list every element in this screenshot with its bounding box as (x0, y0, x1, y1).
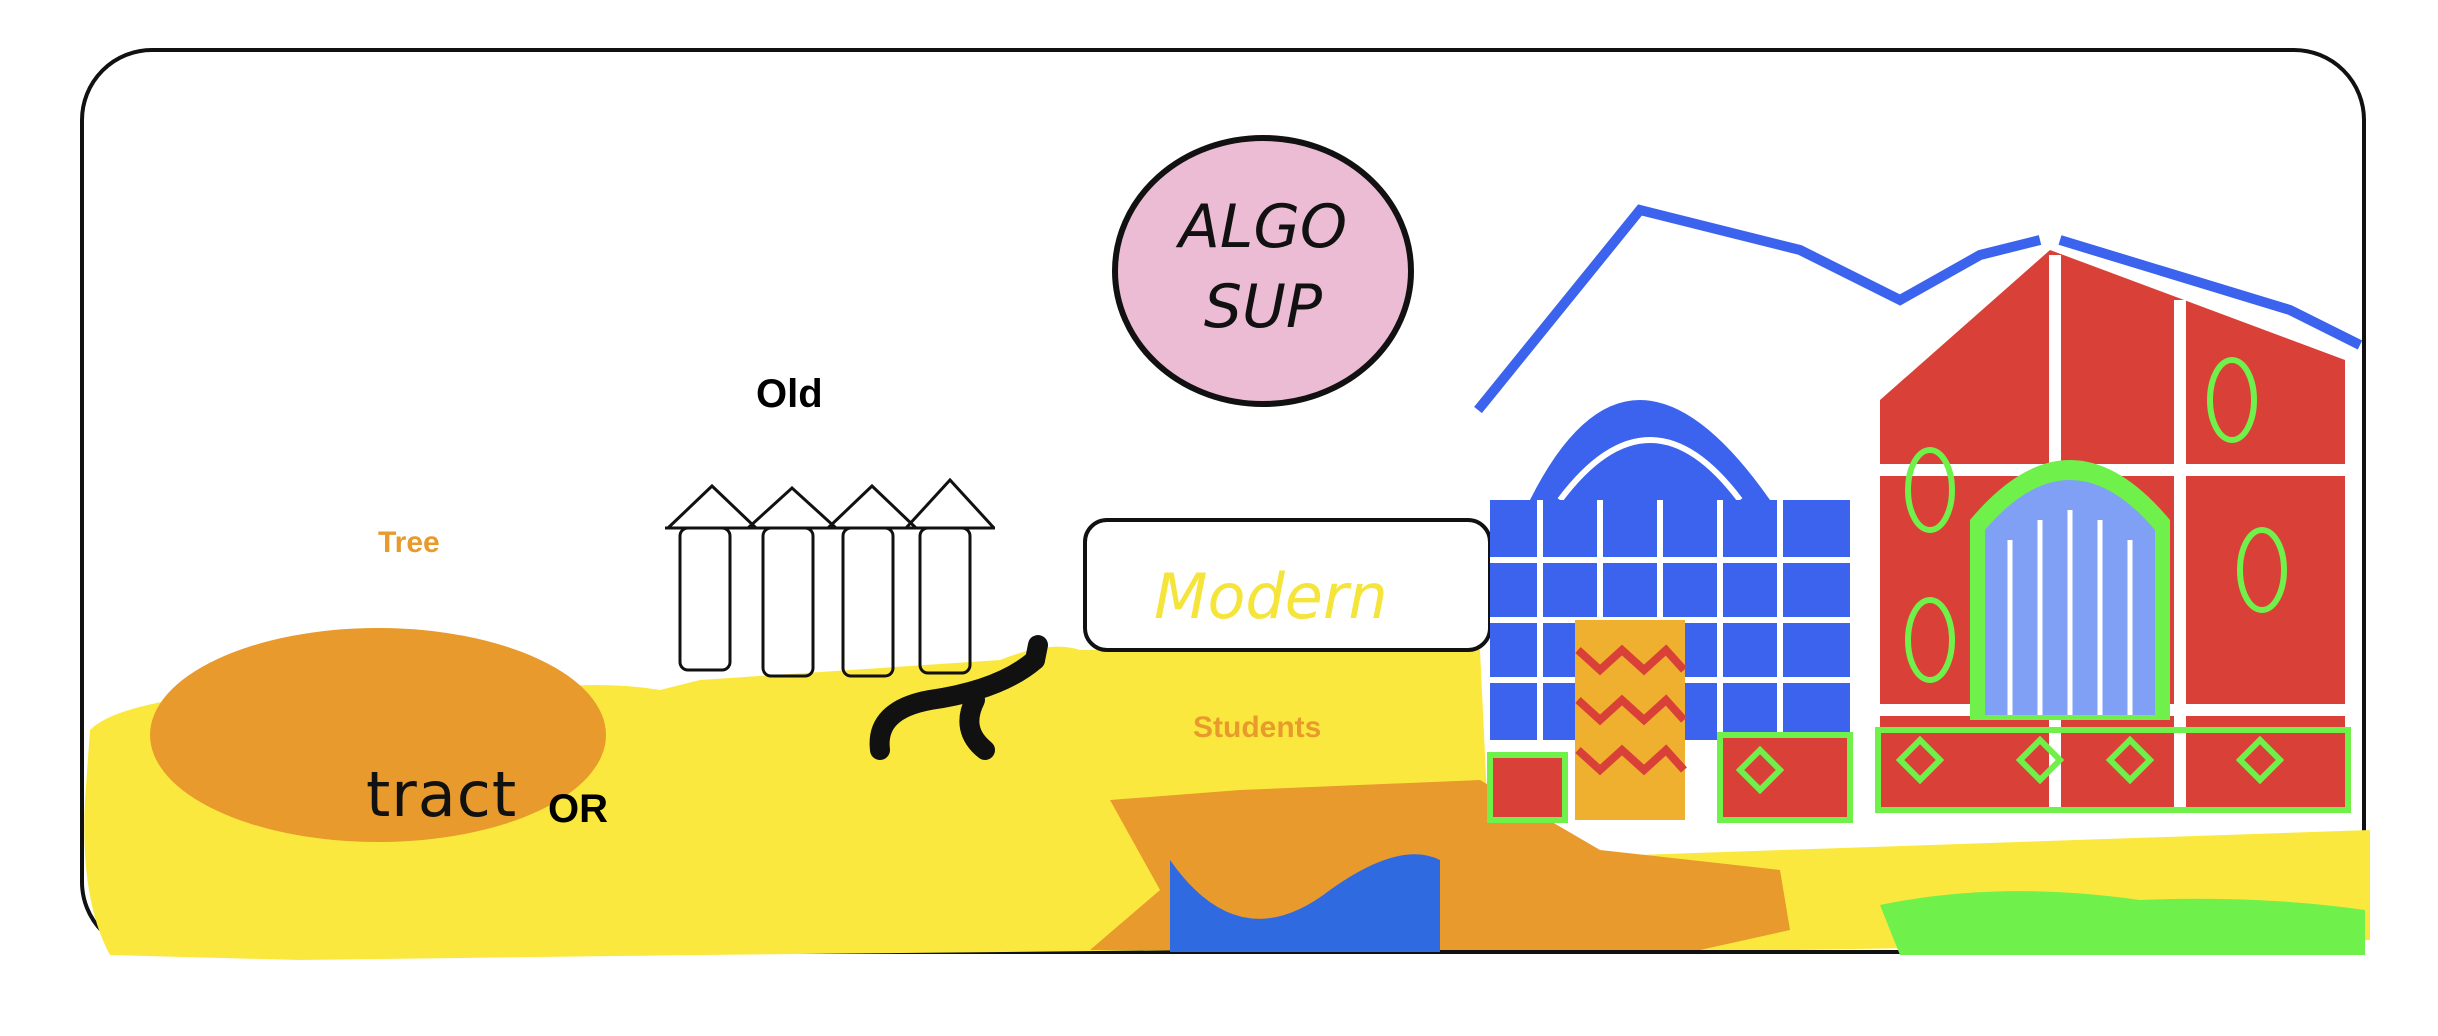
scene-canvas (80, 48, 2371, 960)
tree-label: Tree (378, 526, 440, 559)
students-label: Students (1193, 711, 1322, 744)
logo-circle (1112, 135, 1414, 407)
logo-text-line1: ALGO (1178, 192, 1348, 262)
old-label: Old (756, 372, 823, 416)
logo-text-line2: SUP (1203, 272, 1323, 342)
modern-label: Modern (1154, 560, 1388, 633)
tractor-suffix-label: OR (548, 787, 608, 831)
tractor-handwritten-label: tract (366, 758, 518, 831)
